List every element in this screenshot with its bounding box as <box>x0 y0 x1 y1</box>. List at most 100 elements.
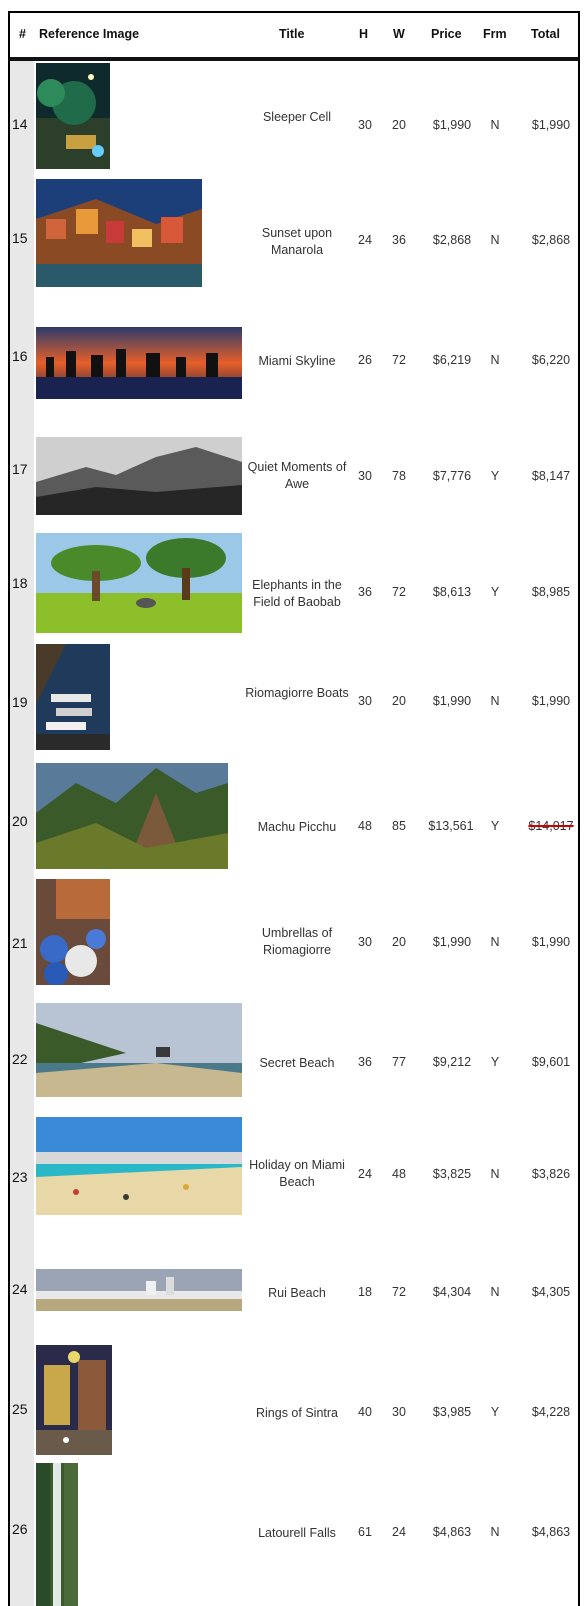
row-total: $8,985 <box>531 585 571 599</box>
row-h: 30 <box>358 935 372 949</box>
table-row: 21 Umbrellas of Riomagiorre 30 20 $1,990… <box>10 877 578 987</box>
row-h: 30 <box>358 118 372 132</box>
row-h: 30 <box>358 469 372 483</box>
row-price: $13,561 <box>428 819 474 833</box>
row-frm: N <box>490 353 500 367</box>
row-title: Miami Skyline <box>258 354 336 368</box>
row-w: 36 <box>392 233 406 247</box>
row-price: $1,990 <box>432 118 472 132</box>
header-title: Title <box>279 27 305 41</box>
row-w: 72 <box>392 1285 406 1299</box>
row-price: $7,776 <box>432 469 472 483</box>
row-number: 24 <box>12 1281 28 1297</box>
row-frm: N <box>490 1167 500 1181</box>
reference-image-thumbnail <box>36 1345 112 1455</box>
row-frm: N <box>490 935 500 949</box>
row-w: 48 <box>392 1167 406 1181</box>
row-price: $4,304 <box>432 1285 472 1299</box>
row-total: $1,990 <box>531 694 571 708</box>
table-header: # Reference Image Title H W Price Frm To… <box>10 13 578 61</box>
row-frm: Y <box>490 1405 500 1419</box>
row-h: 36 <box>358 1055 372 1069</box>
reference-image-thumbnail <box>36 533 242 633</box>
row-price: $3,825 <box>432 1167 472 1181</box>
row-number: 21 <box>12 935 28 951</box>
row-title: Holiday on Miami Beach <box>249 1158 345 1189</box>
row-frm: Y <box>490 1055 500 1069</box>
row-number: 20 <box>12 813 28 829</box>
table-row: 15 Sunset upon Manarola 24 36 $2,868 N $… <box>10 173 578 293</box>
table-row: 20 Machu Picchu 48 85 $13,561 Y $14,017 <box>10 755 578 875</box>
row-total: $2,868 <box>531 233 571 247</box>
row-number: 19 <box>12 694 28 710</box>
row-price: $2,868 <box>432 233 472 247</box>
reference-image-thumbnail <box>36 327 242 399</box>
row-frm: N <box>490 1525 500 1539</box>
table-row: 16 Miami Skyline 26 72 $6,219 N $6,220 <box>10 295 578 405</box>
row-w: 78 <box>392 469 406 483</box>
reference-image-thumbnail <box>36 1003 242 1097</box>
header-h: H <box>359 27 369 41</box>
row-total: $1,990 <box>531 935 571 949</box>
table-row: 18 Elephants in the Field of Baobab 36 7… <box>10 519 578 637</box>
row-price: $9,212 <box>432 1055 472 1069</box>
row-h: 40 <box>358 1405 372 1419</box>
row-number: 15 <box>12 230 28 246</box>
row-total: $1,990 <box>531 118 571 132</box>
header-price: Price <box>431 27 462 41</box>
row-price: $6,219 <box>432 353 472 367</box>
table-row: 25 Rings of Sintra 40 30 $3,985 Y $4,228 <box>10 1339 578 1459</box>
row-number: 17 <box>12 461 28 477</box>
row-price: $4,863 <box>432 1525 472 1539</box>
header-num: # <box>19 27 26 41</box>
row-w: 85 <box>392 819 406 833</box>
reference-image-thumbnail <box>36 437 242 515</box>
row-total: $4,228 <box>531 1405 571 1419</box>
row-w: 20 <box>392 118 406 132</box>
row-number: 14 <box>12 116 28 132</box>
row-title: Umbrellas of Riomagiorre <box>261 926 333 957</box>
row-frm: N <box>490 118 500 132</box>
reference-image-thumbnail <box>36 879 110 985</box>
row-w: 20 <box>392 935 406 949</box>
row-h: 61 <box>358 1525 372 1539</box>
row-w: 24 <box>392 1525 406 1539</box>
row-h: 48 <box>358 819 372 833</box>
row-title: Secret Beach <box>259 1056 335 1070</box>
row-h: 24 <box>358 1167 372 1181</box>
row-title: Quiet Moments of Awe <box>247 460 347 491</box>
row-price: $8,613 <box>432 585 472 599</box>
row-total: $9,601 <box>531 1055 571 1069</box>
row-w: 77 <box>392 1055 406 1069</box>
reference-image-thumbnail <box>36 763 228 869</box>
row-h: 30 <box>358 694 372 708</box>
header-frm: Frm <box>483 27 507 41</box>
row-w: 72 <box>392 353 406 367</box>
row-w: 30 <box>392 1405 406 1419</box>
reference-image-thumbnail <box>36 1463 78 1606</box>
row-h: 26 <box>358 353 372 367</box>
row-title: Rings of Sintra <box>256 1406 338 1420</box>
row-number: 16 <box>12 348 28 364</box>
header-w: W <box>393 27 405 41</box>
row-title: Elephants in the Field of Baobab <box>252 578 342 609</box>
row-number: 18 <box>12 575 28 591</box>
row-total-struck: $14,017 <box>528 819 574 833</box>
row-total: $3,826 <box>531 1167 571 1181</box>
reference-image-thumbnail <box>36 179 202 287</box>
header-reference-image: Reference Image <box>39 27 140 41</box>
row-number: 26 <box>12 1521 28 1537</box>
reference-image-thumbnail <box>36 63 110 169</box>
reference-image-thumbnail <box>36 1117 242 1215</box>
row-h: 24 <box>358 233 372 247</box>
row-number: 22 <box>12 1051 28 1067</box>
row-total: $4,863 <box>531 1525 571 1539</box>
table-row: 19 Riomagiorre Boats 30 20 $1,990 N $1,9… <box>10 639 578 753</box>
row-number: 23 <box>12 1169 28 1185</box>
row-number: 25 <box>12 1401 28 1417</box>
header-total: Total <box>531 27 560 41</box>
row-frm: Y <box>490 469 500 483</box>
row-w: 20 <box>392 694 406 708</box>
row-frm: Y <box>490 585 500 599</box>
reference-image-thumbnail <box>36 1269 242 1311</box>
